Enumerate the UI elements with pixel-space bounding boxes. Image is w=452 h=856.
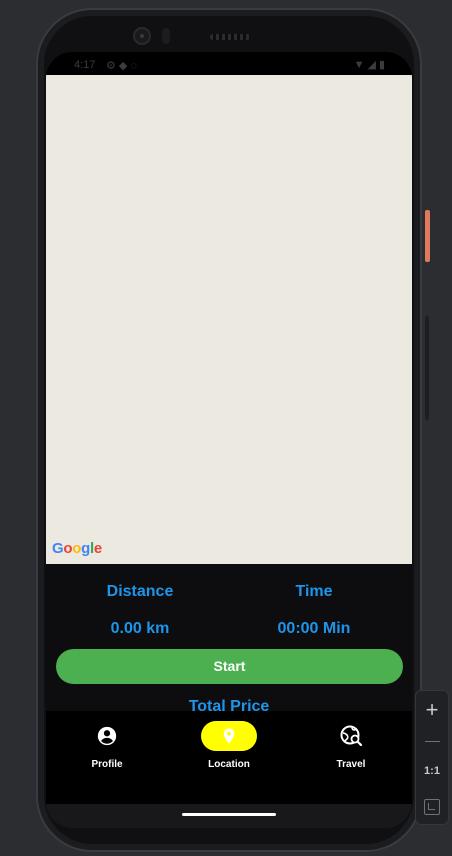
- time-label: Time: [295, 583, 333, 600]
- distance-value: 0.00 km: [110, 620, 170, 637]
- gesture-handle[interactable]: [182, 813, 276, 816]
- google-logo: Google: [52, 540, 102, 557]
- emulator-stage: 4:17 ⚙◆◌ ▼◢▮ Google Distance Time 0.00 k…: [0, 0, 452, 856]
- nav-profile-label: Profile: [91, 759, 123, 770]
- bottom-navigation: Profile Location Travel: [46, 711, 412, 804]
- volume-button[interactable]: [425, 316, 429, 420]
- status-icons-left: ⚙◆◌: [106, 59, 140, 72]
- account-circle-icon: [79, 721, 135, 751]
- nav-location[interactable]: Location: [189, 721, 269, 791]
- signal-icon: ◢: [367, 59, 379, 71]
- proximity-sensor: [162, 28, 170, 44]
- nav-travel[interactable]: Travel: [311, 721, 391, 791]
- emulator-zoom-panel: + 1:1: [415, 690, 449, 825]
- status-icons-right: ▼◢▮: [354, 58, 388, 71]
- zoom-out-button[interactable]: [425, 741, 440, 742]
- status-time: 4:17: [74, 59, 96, 71]
- shield-icon: ◆: [118, 60, 131, 72]
- battery-icon: ▮: [378, 59, 388, 71]
- zoom-in-button[interactable]: +: [416, 695, 448, 725]
- power-button[interactable]: [425, 210, 430, 262]
- nav-profile[interactable]: Profile: [67, 721, 147, 791]
- location-pin-icon: [201, 721, 257, 751]
- nav-travel-label: Travel: [336, 759, 366, 770]
- map-view[interactable]: Google: [46, 75, 412, 564]
- phone-screen: 4:17 ⚙◆◌ ▼◢▮ Google Distance Time 0.00 k…: [46, 52, 412, 828]
- time-value: 00:00 Min: [277, 620, 351, 637]
- trip-stats-panel: Distance Time 0.00 km 00:00 Min Start To…: [46, 564, 412, 715]
- earpiece-speaker: [210, 34, 250, 40]
- travel-explore-icon: [323, 721, 379, 751]
- nav-location-label: Location: [208, 759, 250, 770]
- zoom-fit-icon[interactable]: [424, 799, 440, 815]
- front-camera: [133, 27, 151, 45]
- wifi-icon: ◌: [130, 60, 140, 72]
- zoom-actual-size-button[interactable]: 1:1: [416, 765, 448, 777]
- start-button[interactable]: Start: [56, 649, 403, 684]
- gesture-navigation-area: [46, 804, 412, 828]
- distance-label: Distance: [106, 583, 174, 600]
- settings-icon: ⚙: [106, 60, 119, 72]
- status-bar: 4:17 ⚙◆◌ ▼◢▮: [46, 52, 412, 76]
- wifi-icon: ▼: [353, 59, 368, 71]
